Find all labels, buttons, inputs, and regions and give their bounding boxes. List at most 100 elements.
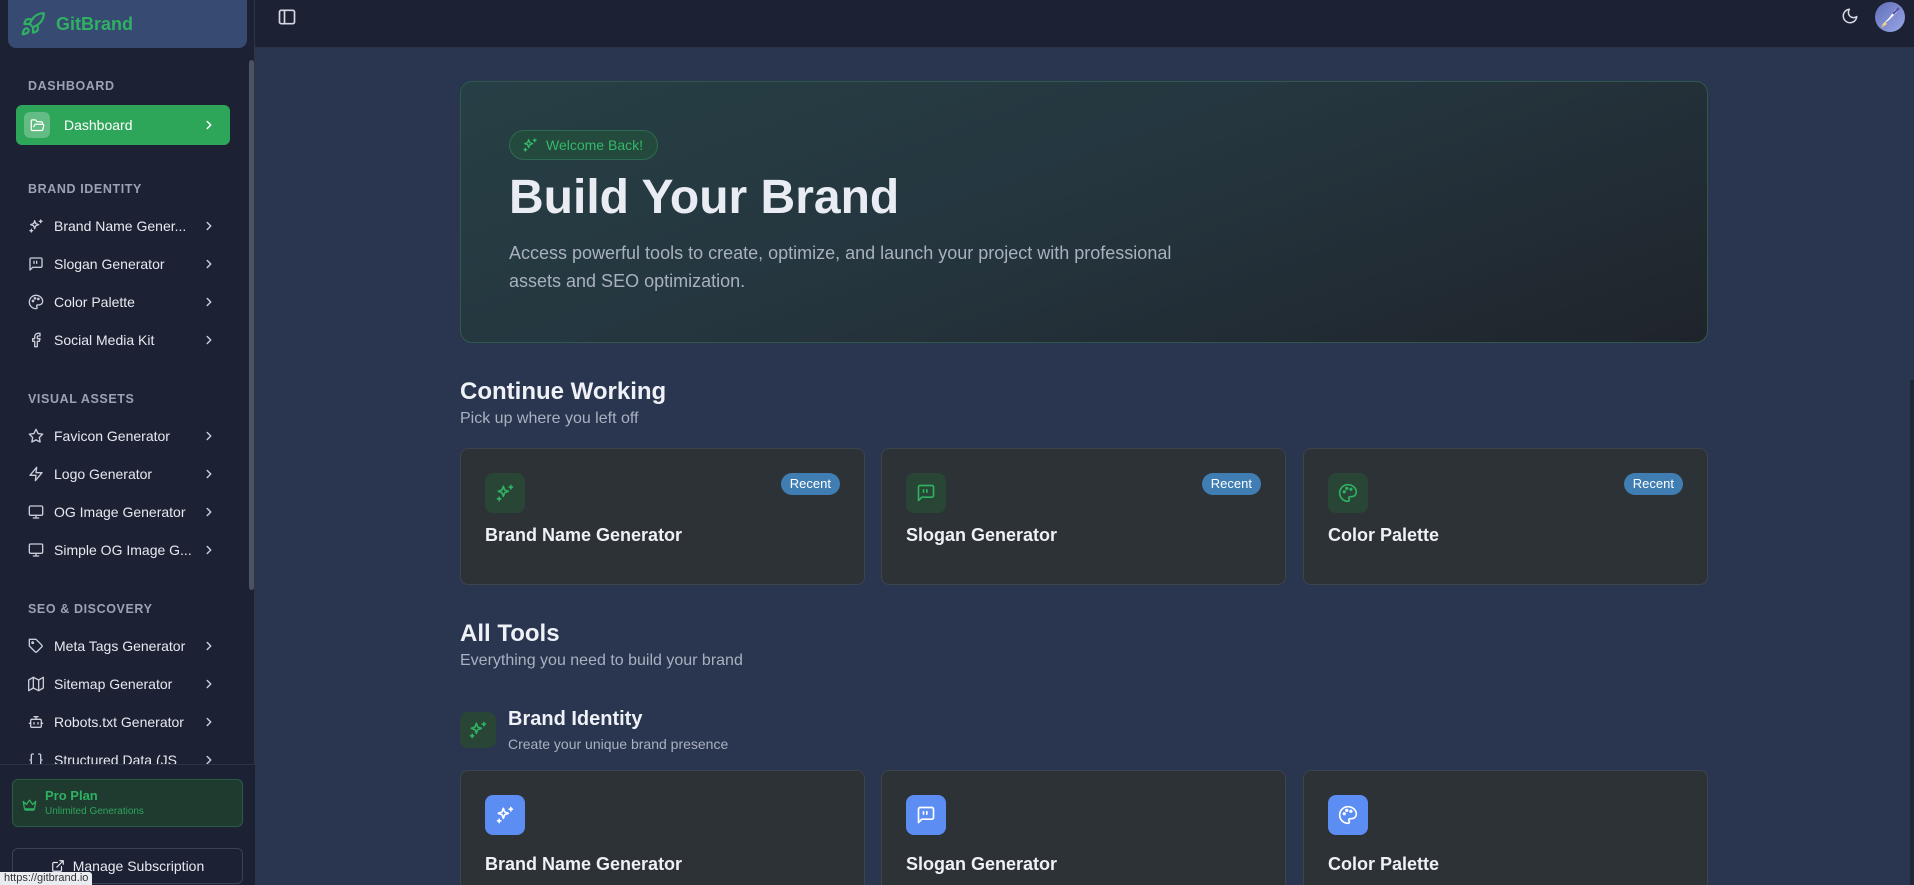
facebook-icon: [31, 332, 41, 348]
card-icon-box: [906, 473, 946, 513]
chevron-right-icon: [206, 545, 212, 555]
sidebar-item-label: Sitemap Generator: [54, 676, 173, 692]
avatar[interactable]: [1875, 2, 1905, 32]
plan-card: Pro Plan Unlimited Generations: [12, 779, 243, 827]
manage-subscription-label: Manage Subscription: [72, 858, 205, 874]
tool-card-slogan-generator[interactable]: Slogan Generator: [881, 770, 1286, 885]
tool-card-color-palette[interactable]: Color Palette: [1303, 770, 1708, 885]
recent-card-brand-name-generator[interactable]: Recent Brand Name Generator: [460, 448, 865, 585]
quote-message-icon: [29, 257, 43, 271]
recent-badge: Recent: [1201, 473, 1261, 495]
chevron-right-icon: [206, 259, 212, 269]
map-icon: [28, 676, 44, 692]
chevron-right-icon: [206, 641, 212, 651]
main-scrollbar[interactable]: [1910, 380, 1914, 885]
sidebar-item-social-media-kit[interactable]: Social Media Kit: [16, 323, 230, 357]
lightning-icon: [29, 466, 43, 482]
sidebar-scrollbar[interactable]: [249, 60, 254, 590]
welcome-text: Welcome Back!: [546, 137, 643, 153]
sidebar-item-label: Simple OG Image G...: [54, 542, 192, 558]
tool-card-brand-name-generator[interactable]: Brand Name Generator: [460, 770, 865, 885]
tool-card-title: Slogan Generator: [906, 854, 1058, 874]
hero-description: Access powerful tools to create, optimiz…: [509, 243, 1172, 291]
sidebar-nav: DASHBOARD Dashboard BRAND IDENTITY Brand…: [0, 60, 255, 764]
sidebar-item-color-palette[interactable]: Color Palette: [16, 285, 230, 319]
sidebar-item-structured-data[interactable]: Structured Data (JS: [16, 743, 230, 764]
palette-icon: [1338, 483, 1358, 503]
card-title: Brand Name Generator: [485, 525, 683, 545]
sidebar-item-label: Robots.txt Generator: [54, 714, 184, 730]
quote-message-icon: [917, 806, 935, 824]
sidebar-item-label: Structured Data (JS: [54, 752, 177, 764]
monitor-icon: [28, 543, 44, 557]
recent-card-slogan-generator[interactable]: Recent Slogan Generator: [881, 448, 1286, 585]
card-title: Slogan Generator: [906, 525, 1058, 545]
section-label-brand-identity: BRAND IDENTITY: [28, 182, 142, 196]
chevron-right-icon: [206, 431, 212, 441]
sidebar-item-logo-generator[interactable]: Logo Generator: [16, 457, 230, 491]
continue-working-subtitle: Pick up where you left off: [460, 410, 639, 427]
tool-icon-box: [1328, 795, 1368, 835]
continue-working-title: Continue Working: [460, 378, 667, 405]
sparkles-icon: [469, 721, 487, 739]
sidebar-item-label: Favicon Generator: [54, 428, 170, 444]
sidebar-item-favicon-generator[interactable]: Favicon Generator: [16, 419, 230, 453]
external-link-icon: [51, 860, 64, 872]
sidebar-item-sitemap-generator[interactable]: Sitemap Generator: [16, 667, 230, 701]
tool-card-title: Color Palette: [1328, 854, 1440, 874]
chevron-right-icon: [206, 679, 212, 689]
tool-icon-box: [906, 795, 946, 835]
palette-icon: [1338, 805, 1358, 825]
sidebar-item-simple-og-image-generator[interactable]: Simple OG Image G...: [16, 533, 230, 567]
welcome-badge: Welcome Back!: [509, 130, 658, 160]
sparkles-icon: [496, 484, 514, 502]
hero-banner: Welcome Back! Build Your Brand Access po…: [460, 81, 1708, 343]
section-label-dashboard: DASHBOARD: [28, 79, 115, 93]
card-icon-box: [485, 473, 525, 513]
sidebar-item-slogan-generator[interactable]: Slogan Generator: [16, 247, 230, 281]
all-tools-subtitle: Everything you need to build your brand: [460, 652, 743, 669]
sparkles-icon: [496, 806, 514, 824]
crown-icon: [22, 799, 37, 811]
sidebar-item-robots-txt-generator[interactable]: Robots.txt Generator: [16, 705, 230, 739]
section-label-seo-discovery: SEO & DISCOVERY: [28, 602, 153, 616]
sidebar-item-label: OG Image Generator: [54, 504, 186, 520]
plan-title: Pro Plan: [45, 788, 98, 803]
sidebar-item-label: Slogan Generator: [54, 256, 165, 272]
chevron-right-icon: [206, 335, 212, 345]
card-icon-box: [1328, 473, 1368, 513]
chevron-right-icon: [206, 469, 212, 479]
sidebar-item-meta-tags-generator[interactable]: Meta Tags Generator: [16, 629, 230, 663]
star-icon: [28, 428, 44, 443]
monitor-icon: [28, 505, 44, 519]
chevron-right-icon: [206, 120, 212, 130]
category-icon-box: [460, 712, 496, 748]
folder-open-icon: [24, 112, 50, 138]
recent-card-color-palette[interactable]: Recent Color Palette: [1303, 448, 1708, 585]
chevron-right-icon: [206, 297, 212, 307]
chevron-right-icon: [206, 507, 212, 517]
chevron-right-icon: [206, 221, 212, 231]
card-title: Color Palette: [1328, 525, 1440, 545]
sparkles-icon: [29, 219, 43, 233]
moon-icon[interactable]: [1841, 7, 1859, 25]
all-tools-title: All Tools: [460, 620, 560, 647]
sidebar-item-brand-name-generator[interactable]: Brand Name Gener...: [16, 209, 230, 243]
sidebar-item-label: Dashboard: [64, 117, 133, 133]
plan-subtitle: Unlimited Generations: [45, 806, 144, 817]
palette-icon: [28, 294, 44, 310]
sparkles-icon: [523, 138, 537, 152]
category-title: Brand Identity: [508, 708, 643, 730]
chevron-right-icon: [206, 755, 212, 764]
sidebar-item-label: Brand Name Gener...: [54, 218, 187, 234]
rocket-avatar-icon: [1881, 7, 1900, 28]
page-title: Build Your Brand: [509, 171, 900, 224]
sidebar-toggle-icon[interactable]: [277, 7, 297, 27]
sidebar-item-dashboard[interactable]: Dashboard: [16, 105, 230, 145]
robot-icon: [28, 716, 44, 728]
tool-icon-box: [485, 795, 525, 835]
sidebar-item-og-image-generator[interactable]: OG Image Generator: [16, 495, 230, 529]
sidebar-footer: Pro Plan Unlimited Generations Manage Su…: [0, 764, 255, 885]
brand-logo-link[interactable]: GitBrand: [8, 0, 247, 48]
status-url: https://gitbrand.io: [0, 872, 93, 885]
